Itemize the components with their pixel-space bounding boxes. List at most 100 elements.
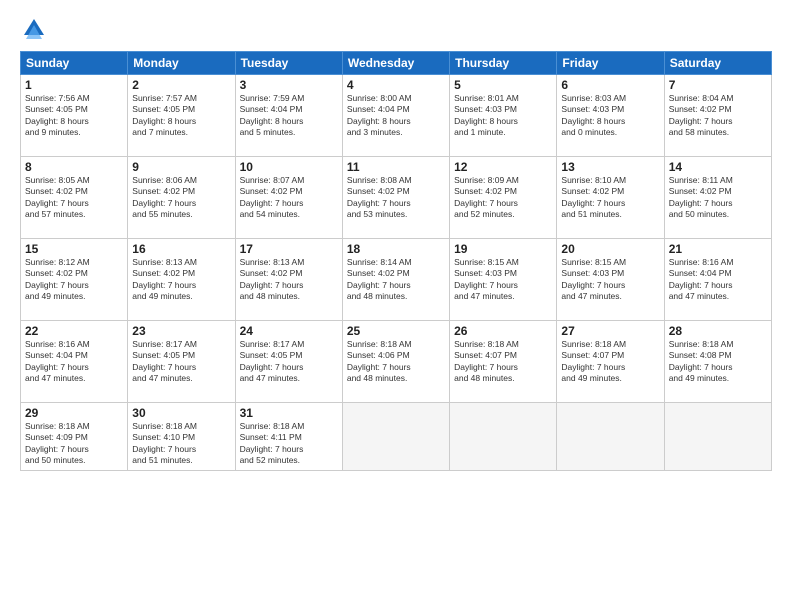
day-number: 1 — [25, 78, 123, 92]
calendar-cell: 9Sunrise: 8:06 AM Sunset: 4:02 PM Daylig… — [128, 157, 235, 239]
day-info: Sunrise: 8:11 AM Sunset: 4:02 PM Dayligh… — [669, 175, 767, 221]
day-number: 18 — [347, 242, 445, 256]
day-number: 31 — [240, 406, 338, 420]
calendar-cell: 16Sunrise: 8:13 AM Sunset: 4:02 PM Dayli… — [128, 239, 235, 321]
day-info: Sunrise: 8:16 AM Sunset: 4:04 PM Dayligh… — [25, 339, 123, 385]
calendar-cell: 2Sunrise: 7:57 AM Sunset: 4:05 PM Daylig… — [128, 75, 235, 157]
calendar-body: 1Sunrise: 7:56 AM Sunset: 4:05 PM Daylig… — [21, 75, 772, 471]
day-info: Sunrise: 7:57 AM Sunset: 4:05 PM Dayligh… — [132, 93, 230, 139]
day-info: Sunrise: 8:04 AM Sunset: 4:02 PM Dayligh… — [669, 93, 767, 139]
day-number: 23 — [132, 324, 230, 338]
day-info: Sunrise: 8:06 AM Sunset: 4:02 PM Dayligh… — [132, 175, 230, 221]
day-info: Sunrise: 8:07 AM Sunset: 4:02 PM Dayligh… — [240, 175, 338, 221]
day-info: Sunrise: 8:18 AM Sunset: 4:11 PM Dayligh… — [240, 421, 338, 467]
calendar-week-3: 15Sunrise: 8:12 AM Sunset: 4:02 PM Dayli… — [21, 239, 772, 321]
calendar-cell: 10Sunrise: 8:07 AM Sunset: 4:02 PM Dayli… — [235, 157, 342, 239]
calendar-cell: 19Sunrise: 8:15 AM Sunset: 4:03 PM Dayli… — [450, 239, 557, 321]
weekday-header-sunday: Sunday — [21, 52, 128, 75]
calendar-cell: 8Sunrise: 8:05 AM Sunset: 4:02 PM Daylig… — [21, 157, 128, 239]
day-number: 16 — [132, 242, 230, 256]
calendar: SundayMondayTuesdayWednesdayThursdayFrid… — [20, 51, 772, 471]
day-info: Sunrise: 7:56 AM Sunset: 4:05 PM Dayligh… — [25, 93, 123, 139]
day-number: 13 — [561, 160, 659, 174]
calendar-cell: 3Sunrise: 7:59 AM Sunset: 4:04 PM Daylig… — [235, 75, 342, 157]
day-number: 10 — [240, 160, 338, 174]
day-info: Sunrise: 8:00 AM Sunset: 4:04 PM Dayligh… — [347, 93, 445, 139]
calendar-cell: 5Sunrise: 8:01 AM Sunset: 4:03 PM Daylig… — [450, 75, 557, 157]
weekday-header-friday: Friday — [557, 52, 664, 75]
day-info: Sunrise: 8:17 AM Sunset: 4:05 PM Dayligh… — [240, 339, 338, 385]
day-number: 26 — [454, 324, 552, 338]
calendar-cell: 18Sunrise: 8:14 AM Sunset: 4:02 PM Dayli… — [342, 239, 449, 321]
day-info: Sunrise: 8:15 AM Sunset: 4:03 PM Dayligh… — [454, 257, 552, 303]
calendar-cell: 23Sunrise: 8:17 AM Sunset: 4:05 PM Dayli… — [128, 321, 235, 403]
day-number: 21 — [669, 242, 767, 256]
calendar-week-1: 1Sunrise: 7:56 AM Sunset: 4:05 PM Daylig… — [21, 75, 772, 157]
day-info: Sunrise: 8:10 AM Sunset: 4:02 PM Dayligh… — [561, 175, 659, 221]
day-info: Sunrise: 8:13 AM Sunset: 4:02 PM Dayligh… — [132, 257, 230, 303]
weekday-header-wednesday: Wednesday — [342, 52, 449, 75]
day-info: Sunrise: 8:18 AM Sunset: 4:08 PM Dayligh… — [669, 339, 767, 385]
calendar-cell — [342, 403, 449, 471]
day-info: Sunrise: 8:01 AM Sunset: 4:03 PM Dayligh… — [454, 93, 552, 139]
day-info: Sunrise: 8:03 AM Sunset: 4:03 PM Dayligh… — [561, 93, 659, 139]
day-info: Sunrise: 8:18 AM Sunset: 4:07 PM Dayligh… — [561, 339, 659, 385]
calendar-cell: 21Sunrise: 8:16 AM Sunset: 4:04 PM Dayli… — [664, 239, 771, 321]
day-info: Sunrise: 8:18 AM Sunset: 4:09 PM Dayligh… — [25, 421, 123, 467]
calendar-cell: 4Sunrise: 8:00 AM Sunset: 4:04 PM Daylig… — [342, 75, 449, 157]
day-number: 28 — [669, 324, 767, 338]
calendar-cell: 29Sunrise: 8:18 AM Sunset: 4:09 PM Dayli… — [21, 403, 128, 471]
day-number: 7 — [669, 78, 767, 92]
day-number: 29 — [25, 406, 123, 420]
day-number: 2 — [132, 78, 230, 92]
calendar-header: SundayMondayTuesdayWednesdayThursdayFrid… — [21, 52, 772, 75]
calendar-cell: 26Sunrise: 8:18 AM Sunset: 4:07 PM Dayli… — [450, 321, 557, 403]
day-info: Sunrise: 8:18 AM Sunset: 4:07 PM Dayligh… — [454, 339, 552, 385]
day-number: 24 — [240, 324, 338, 338]
day-number: 17 — [240, 242, 338, 256]
day-number: 20 — [561, 242, 659, 256]
weekday-header-thursday: Thursday — [450, 52, 557, 75]
day-number: 19 — [454, 242, 552, 256]
calendar-cell — [450, 403, 557, 471]
header-row: SundayMondayTuesdayWednesdayThursdayFrid… — [21, 52, 772, 75]
weekday-header-tuesday: Tuesday — [235, 52, 342, 75]
day-info: Sunrise: 8:13 AM Sunset: 4:02 PM Dayligh… — [240, 257, 338, 303]
day-number: 22 — [25, 324, 123, 338]
calendar-week-2: 8Sunrise: 8:05 AM Sunset: 4:02 PM Daylig… — [21, 157, 772, 239]
day-number: 3 — [240, 78, 338, 92]
calendar-cell: 20Sunrise: 8:15 AM Sunset: 4:03 PM Dayli… — [557, 239, 664, 321]
day-number: 14 — [669, 160, 767, 174]
day-info: Sunrise: 8:16 AM Sunset: 4:04 PM Dayligh… — [669, 257, 767, 303]
calendar-cell: 14Sunrise: 8:11 AM Sunset: 4:02 PM Dayli… — [664, 157, 771, 239]
calendar-cell: 7Sunrise: 8:04 AM Sunset: 4:02 PM Daylig… — [664, 75, 771, 157]
calendar-cell: 13Sunrise: 8:10 AM Sunset: 4:02 PM Dayli… — [557, 157, 664, 239]
day-info: Sunrise: 8:05 AM Sunset: 4:02 PM Dayligh… — [25, 175, 123, 221]
calendar-week-4: 22Sunrise: 8:16 AM Sunset: 4:04 PM Dayli… — [21, 321, 772, 403]
day-number: 27 — [561, 324, 659, 338]
day-info: Sunrise: 7:59 AM Sunset: 4:04 PM Dayligh… — [240, 93, 338, 139]
day-info: Sunrise: 8:14 AM Sunset: 4:02 PM Dayligh… — [347, 257, 445, 303]
day-number: 30 — [132, 406, 230, 420]
day-number: 15 — [25, 242, 123, 256]
day-number: 9 — [132, 160, 230, 174]
calendar-cell: 31Sunrise: 8:18 AM Sunset: 4:11 PM Dayli… — [235, 403, 342, 471]
calendar-cell: 28Sunrise: 8:18 AM Sunset: 4:08 PM Dayli… — [664, 321, 771, 403]
day-info: Sunrise: 8:17 AM Sunset: 4:05 PM Dayligh… — [132, 339, 230, 385]
calendar-cell: 22Sunrise: 8:16 AM Sunset: 4:04 PM Dayli… — [21, 321, 128, 403]
day-number: 12 — [454, 160, 552, 174]
calendar-cell: 17Sunrise: 8:13 AM Sunset: 4:02 PM Dayli… — [235, 239, 342, 321]
day-info: Sunrise: 8:12 AM Sunset: 4:02 PM Dayligh… — [25, 257, 123, 303]
calendar-cell: 24Sunrise: 8:17 AM Sunset: 4:05 PM Dayli… — [235, 321, 342, 403]
weekday-header-saturday: Saturday — [664, 52, 771, 75]
calendar-cell — [557, 403, 664, 471]
day-number: 11 — [347, 160, 445, 174]
calendar-cell: 30Sunrise: 8:18 AM Sunset: 4:10 PM Dayli… — [128, 403, 235, 471]
logo — [20, 15, 52, 43]
calendar-cell — [664, 403, 771, 471]
page: SundayMondayTuesdayWednesdayThursdayFrid… — [0, 0, 792, 612]
logo-icon — [20, 15, 48, 43]
day-info: Sunrise: 8:15 AM Sunset: 4:03 PM Dayligh… — [561, 257, 659, 303]
calendar-cell: 6Sunrise: 8:03 AM Sunset: 4:03 PM Daylig… — [557, 75, 664, 157]
day-number: 4 — [347, 78, 445, 92]
